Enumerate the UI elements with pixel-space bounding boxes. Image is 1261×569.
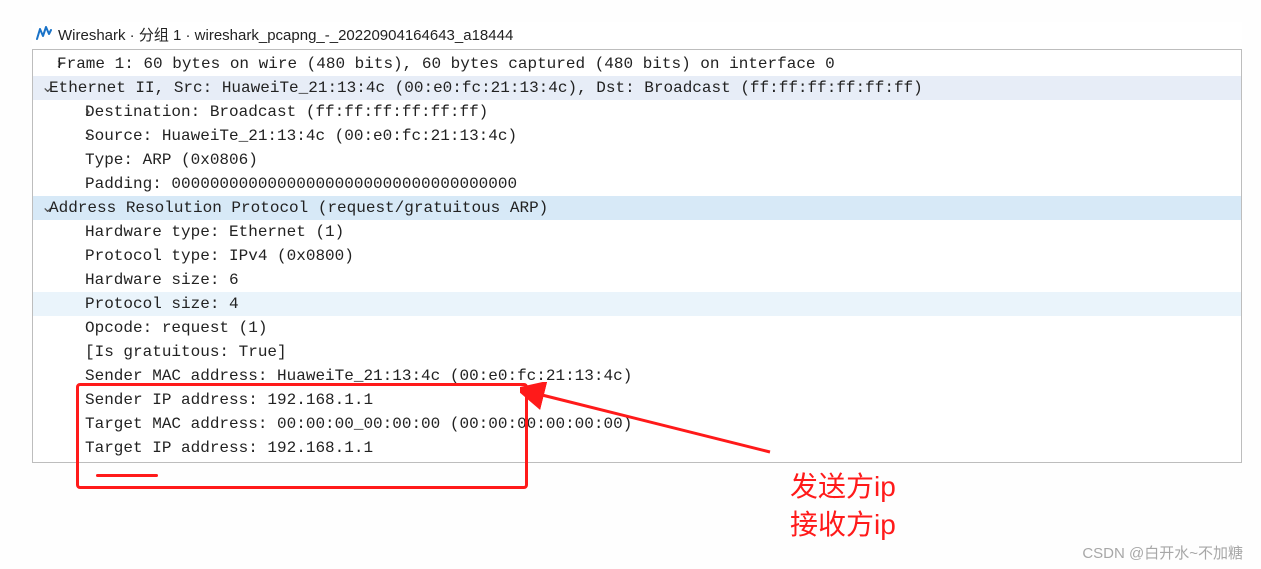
annotation-label-receiver: 接收方ip <box>790 508 896 542</box>
tree-row-arp-opcode[interactable]: Opcode: request (1) <box>33 316 1241 340</box>
tree-row-arp[interactable]: ⌄ Address Resolution Protocol (request/g… <box>33 196 1241 220</box>
tree-row-eth-padding[interactable]: Padding: 0000000000000000000000000000000… <box>33 172 1241 196</box>
tree-row-ethernet[interactable]: ⌄ Ethernet II, Src: HuaweiTe_21:13:4c (0… <box>33 76 1241 100</box>
packet-details-pane[interactable]: › Frame 1: 60 bytes on wire (480 bits), … <box>32 49 1242 463</box>
tree-row-arp-target-mac[interactable]: Target MAC address: 00:00:00_00:00:00 (0… <box>33 412 1241 436</box>
wireshark-icon <box>36 25 52 45</box>
toggle-collapsed-icon[interactable]: › <box>33 100 85 123</box>
toggle-expanded-icon[interactable]: ⌄ <box>33 196 49 219</box>
tree-row-arp-hwsize[interactable]: Hardware size: 6 <box>33 268 1241 292</box>
spacer <box>33 244 85 267</box>
eth-type: Type: ARP (0x0806) <box>85 149 258 172</box>
ethernet-summary: Ethernet II, Src: HuaweiTe_21:13:4c (00:… <box>49 77 923 100</box>
spacer <box>33 148 85 171</box>
tree-row-eth-src[interactable]: › Source: HuaweiTe_21:13:4c (00:e0:fc:21… <box>33 124 1241 148</box>
watermark: CSDN @白开水~不加糖 <box>1082 542 1243 563</box>
tree-row-arp-sender-ip[interactable]: Sender IP address: 192.168.1.1 <box>33 388 1241 412</box>
tree-row-frame[interactable]: › Frame 1: 60 bytes on wire (480 bits), … <box>33 52 1241 76</box>
arp-sender-ip: Sender IP address: 192.168.1.1 <box>85 389 373 412</box>
annotation-underline <box>96 474 158 477</box>
eth-padding: Padding: 0000000000000000000000000000000… <box>85 173 517 196</box>
arp-hwsize: Hardware size: 6 <box>85 269 239 292</box>
tree-row-arp-sender-mac[interactable]: Sender MAC address: HuaweiTe_21:13:4c (0… <box>33 364 1241 388</box>
frame-summary: Frame 1: 60 bytes on wire (480 bits), 60… <box>57 53 835 76</box>
spacer <box>33 436 85 459</box>
annotation-label-sender: 发送方ip <box>790 470 896 504</box>
spacer <box>33 292 85 315</box>
wireshark-window: Wireshark · 分组 1 · wireshark_pcapng_-_20… <box>32 22 1242 463</box>
spacer <box>33 340 85 363</box>
arp-ptype: Protocol type: IPv4 (0x0800) <box>85 245 354 268</box>
spacer <box>33 268 85 291</box>
tree-row-eth-type[interactable]: Type: ARP (0x0806) <box>33 148 1241 172</box>
tree-row-arp-ptype[interactable]: Protocol type: IPv4 (0x0800) <box>33 244 1241 268</box>
arp-hwtype: Hardware type: Ethernet (1) <box>85 221 344 244</box>
tree-row-eth-dst[interactable]: › Destination: Broadcast (ff:ff:ff:ff:ff… <box>33 100 1241 124</box>
spacer <box>33 220 85 243</box>
tree-row-arp-gratuitous[interactable]: [Is gratuitous: True] <box>33 340 1241 364</box>
arp-gratuitous: [Is gratuitous: True] <box>85 341 287 364</box>
toggle-collapsed-icon[interactable]: › <box>33 124 85 147</box>
tree-row-arp-psize[interactable]: Protocol size: 4 <box>33 292 1241 316</box>
arp-opcode: Opcode: request (1) <box>85 317 267 340</box>
tree-row-arp-target-ip[interactable]: Target IP address: 192.168.1.1 <box>33 436 1241 460</box>
arp-psize: Protocol size: 4 <box>85 293 239 316</box>
eth-source: Source: HuaweiTe_21:13:4c (00:e0:fc:21:1… <box>85 125 517 148</box>
arp-target-ip: Target IP address: 192.168.1.1 <box>85 437 373 460</box>
spacer <box>33 412 85 435</box>
spacer <box>33 316 85 339</box>
spacer <box>33 172 85 195</box>
toggle-expanded-icon[interactable]: ⌄ <box>33 76 49 99</box>
arp-target-mac: Target MAC address: 00:00:00_00:00:00 (0… <box>85 413 632 436</box>
arp-summary: Address Resolution Protocol (request/gra… <box>49 197 548 220</box>
arp-sender-mac: Sender MAC address: HuaweiTe_21:13:4c (0… <box>85 365 632 388</box>
window-title: Wireshark · 分组 1 · wireshark_pcapng_-_20… <box>58 24 513 45</box>
toggle-collapsed-icon[interactable]: › <box>33 52 57 75</box>
spacer <box>33 388 85 411</box>
titlebar: Wireshark · 分组 1 · wireshark_pcapng_-_20… <box>32 22 1242 49</box>
tree-row-arp-hwtype[interactable]: Hardware type: Ethernet (1) <box>33 220 1241 244</box>
eth-destination: Destination: Broadcast (ff:ff:ff:ff:ff:f… <box>85 101 488 124</box>
spacer <box>33 364 85 387</box>
